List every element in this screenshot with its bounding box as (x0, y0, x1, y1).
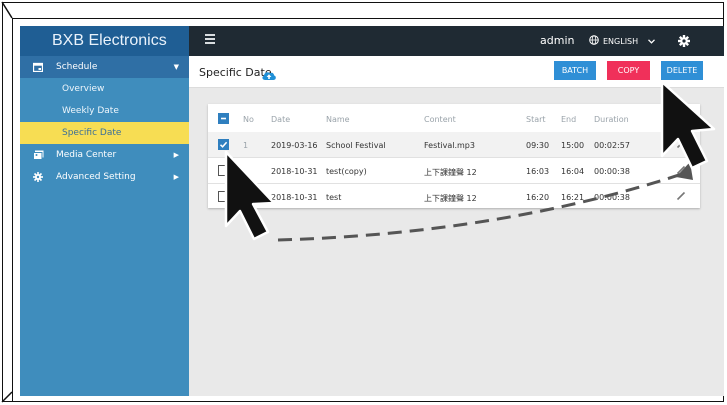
row-name: School Festival (326, 141, 386, 150)
edit-pencil-icon[interactable] (676, 139, 686, 151)
edit-pencil-icon[interactable] (676, 191, 686, 203)
language-label: ENGLISH (603, 36, 639, 46)
row-end: 15:00 (561, 141, 585, 150)
row-duration: 00:00:38 (594, 167, 630, 176)
caret-right-icon: ▶ (173, 173, 179, 181)
row-content: 上下課鐘聲 12 (424, 168, 477, 177)
row-checkbox[interactable] (218, 191, 229, 202)
row-date: 2018-10-31 (271, 167, 318, 176)
row-content: 上下課鐘聲 12 (424, 194, 477, 203)
table-row[interactable]: 1 2019-03-16 School Festival Festival.mp… (208, 132, 700, 158)
caret-down-icon: ▼ (173, 63, 179, 71)
gear-icon (32, 172, 44, 183)
app-window: BXB Electronics Schedule ▼ Overview Week… (20, 26, 724, 396)
table-row[interactable]: 2018-10-31 test 上下課鐘聲 12 16:20 16:21 00:… (208, 184, 700, 210)
row-name: test (326, 193, 342, 202)
top-bar: admin ENGLISH (189, 26, 724, 56)
calendar-icon (32, 62, 44, 73)
column-header-end[interactable]: End (561, 115, 576, 124)
row-start: 16:20 (526, 193, 550, 202)
edit-pencil-icon[interactable] (676, 165, 686, 177)
select-all-checkbox[interactable] (218, 113, 229, 124)
column-header-start[interactable]: Start (526, 115, 546, 124)
column-header-duration[interactable]: Duration (594, 115, 629, 124)
row-end: 16:21 (561, 193, 585, 202)
row-checkbox[interactable] (218, 165, 229, 176)
column-header-date[interactable]: Date (271, 115, 290, 124)
user-name[interactable]: admin (540, 34, 574, 47)
batch-button[interactable]: BATCH (554, 61, 596, 80)
row-checkbox[interactable] (218, 139, 229, 150)
column-header-no[interactable]: No (243, 115, 254, 124)
sidebar-item-schedule[interactable]: Schedule ▼ (20, 56, 189, 78)
row-start: 09:30 (526, 141, 550, 150)
copy-button[interactable]: COPY (607, 61, 650, 80)
schedule-table: No Date Name Content Start End Duration … (208, 104, 700, 208)
row-date: 2018-10-31 (271, 193, 318, 202)
sidebar-item-label: Advanced Setting (56, 172, 136, 182)
table-row[interactable]: 2018-10-31 test(copy) 上下課鐘聲 12 16:03 16:… (208, 158, 700, 184)
media-icon (32, 150, 44, 161)
sidebar-item-label: Media Center (56, 150, 117, 160)
sidebar: BXB Electronics Schedule ▼ Overview Week… (20, 26, 189, 396)
chevron-down-icon (648, 37, 656, 46)
column-header-content[interactable]: Content (424, 115, 456, 124)
sidebar-item-specific-date[interactable]: Specific Date (20, 122, 189, 144)
delete-button[interactable]: DELETE (661, 61, 703, 80)
sidebar-item-label: Schedule (56, 62, 98, 72)
column-header-name[interactable]: Name (326, 115, 350, 124)
row-start: 16:03 (526, 167, 550, 176)
row-name: test(copy) (326, 167, 367, 176)
cloud-upload-icon[interactable] (261, 66, 277, 85)
sidebar-item-media-center[interactable]: Media Center ▶ (20, 144, 189, 166)
sidebar-item-weekly-date[interactable]: Weekly Date (20, 100, 189, 122)
content-header: Specific Date BATCH COPY DELETE (189, 56, 724, 88)
caret-right-icon: ▶ (173, 151, 179, 159)
hamburger-menu-icon[interactable] (205, 34, 215, 44)
brand-title: BXB Electronics (20, 26, 189, 56)
sidebar-item-advanced-setting[interactable]: Advanced Setting ▶ (20, 166, 189, 188)
row-end: 16:04 (561, 167, 585, 176)
row-duration: 00:00:38 (594, 193, 630, 202)
row-date: 2019-03-16 (271, 141, 318, 150)
language-selector[interactable]: ENGLISH (589, 35, 656, 47)
table-header-row: No Date Name Content Start End Duration (208, 106, 700, 132)
row-no: 1 (243, 141, 249, 150)
globe-icon (589, 35, 599, 47)
row-content: Festival.mp3 (424, 141, 475, 150)
row-duration: 00:02:57 (594, 141, 630, 150)
settings-gear-icon[interactable] (677, 33, 691, 52)
sidebar-item-overview[interactable]: Overview (20, 78, 189, 100)
